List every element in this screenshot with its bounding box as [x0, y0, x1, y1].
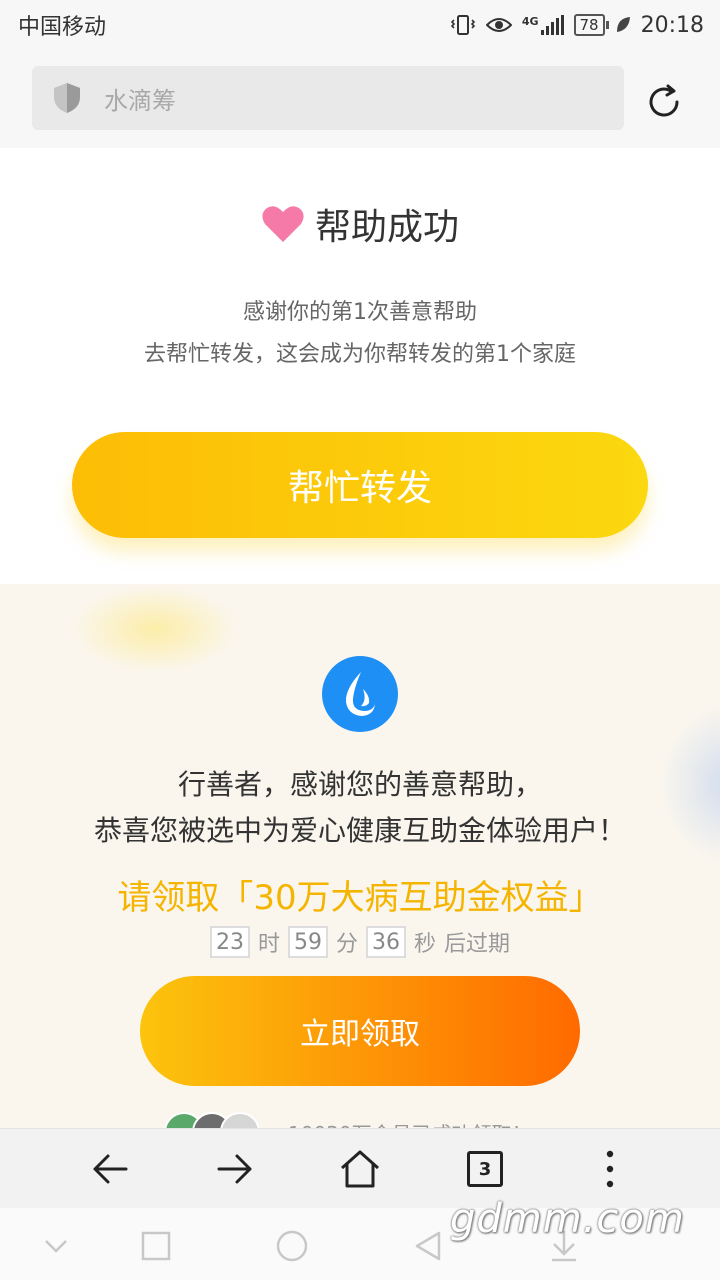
countdown-minutes: 59 [287, 926, 328, 958]
arrow-left-icon [93, 1154, 128, 1184]
avatar [220, 1112, 260, 1128]
success-section: 帮助成功 感谢你的第1次善意帮助 去帮忙转发，这会成为你帮转发的第1个家庭 帮忙… [0, 148, 720, 578]
members-count-text: 10030万会员已成功领取！ [288, 1118, 532, 1129]
system-home-button[interactable] [272, 1226, 312, 1266]
success-header: 帮助成功 [0, 198, 720, 250]
hide-nav-button[interactable] [36, 1226, 76, 1266]
home-button[interactable] [334, 1143, 386, 1195]
network-type: 4G [521, 14, 539, 28]
thanks-message: 感谢你的第1次善意帮助 去帮忙转发，这会成为你帮转发的第1个家庭 [0, 292, 720, 376]
address-text: 水滴筹 [104, 86, 176, 115]
countdown-hours: 23 [209, 926, 250, 958]
countdown-timer: 23 时 59 分 36 秒 后过期 [0, 926, 720, 958]
claim-title: 请领取「30万大病互助金权益」 [117, 878, 603, 918]
reward-section: 行善者，感谢您的善意帮助， 恭喜您被选中为爱心健康互助金体验用户！ 请领取「30… [0, 584, 720, 1128]
chevron-down-icon [45, 1240, 67, 1253]
refresh-button[interactable] [640, 78, 688, 126]
countdown-hours-unit: 时 [257, 932, 280, 957]
carrier-name: 中国移动 [18, 15, 107, 40]
arrow-right-icon [217, 1154, 252, 1184]
claim-button[interactable]: 立即领取 [140, 976, 580, 1086]
more-vertical-icon [606, 1150, 614, 1188]
signal-icon [540, 15, 564, 35]
circle-icon [276, 1230, 308, 1262]
success-title: 帮助成功 [314, 207, 459, 248]
countdown-minutes-unit: 分 [335, 932, 358, 957]
battery-icon: 78 [573, 14, 609, 36]
square-icon [141, 1231, 171, 1261]
shield-icon [54, 83, 80, 113]
tabs-count: 3 [467, 1151, 503, 1187]
home-icon [341, 1150, 379, 1188]
greeting-text: 行善者，感谢您的善意帮助， 恭喜您被选中为爱心健康互助金体验用户！ [0, 762, 720, 854]
heart-icon [262, 206, 304, 242]
members-row: 10030万会员已成功领取！ [164, 1112, 532, 1128]
back-button[interactable] [84, 1143, 136, 1195]
thanks-line-1: 感谢你的第1次善意帮助 [243, 300, 477, 325]
status-icons: 4G 78 20:18 [450, 13, 704, 38]
tabs-button[interactable]: 3 [459, 1143, 511, 1195]
countdown-seconds: 36 [366, 926, 406, 958]
greeting-line-2: 恭喜您被选中为爱心健康互助金体验用户！ [93, 814, 626, 847]
recents-button[interactable] [136, 1226, 176, 1266]
refresh-icon [649, 84, 679, 117]
leaf-icon [616, 17, 630, 32]
greeting-line-1: 行善者，感谢您的善意帮助， [177, 768, 542, 801]
countdown-suffix: 后过期 [444, 932, 511, 957]
menu-button[interactable] [584, 1143, 636, 1195]
water-drop-logo-icon [322, 656, 398, 732]
browser-address-area: 水滴筹 [0, 50, 720, 148]
share-button[interactable]: 帮忙转发 [72, 432, 648, 538]
countdown-seconds-unit: 秒 [414, 932, 437, 957]
status-bar: 中国移动 4G 78 20:18 [0, 0, 720, 50]
thanks-line-2: 去帮忙转发，这会成为你帮转发的第1个家庭 [144, 342, 576, 367]
system-back-button[interactable] [408, 1226, 448, 1266]
address-bar[interactable]: 水滴筹 [32, 66, 624, 130]
triangle-back-icon [415, 1231, 441, 1261]
watermark: gdmm.com [450, 1196, 685, 1242]
eye-comfort-icon [485, 18, 512, 32]
decorative-glow [70, 584, 240, 674]
clock: 20:18 [640, 12, 704, 38]
forward-button[interactable] [209, 1143, 261, 1195]
vibrate-icon [450, 15, 475, 35]
